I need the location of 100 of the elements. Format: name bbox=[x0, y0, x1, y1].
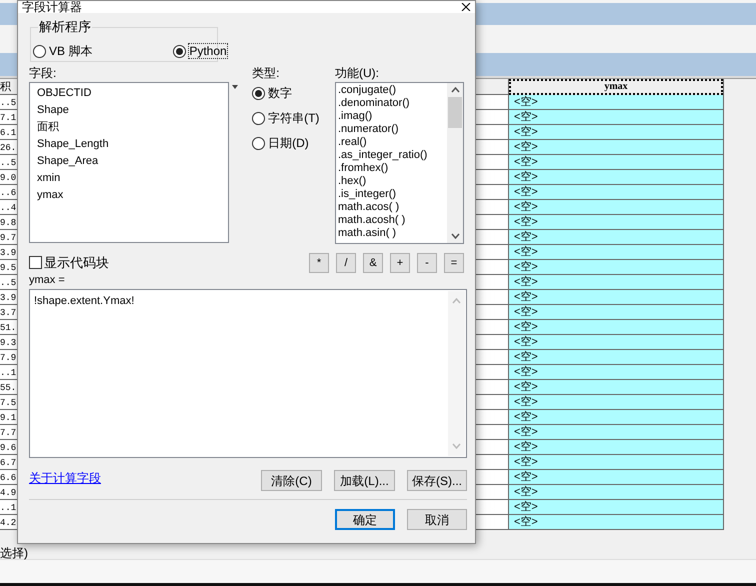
operator-button[interactable]: / bbox=[336, 253, 356, 273]
fields-list[interactable]: OBJECTID Shape 面积 Shape_Length Shape_Area xmin ymax bbox=[29, 82, 229, 243]
operator-button[interactable]: + bbox=[390, 253, 410, 273]
table-cell: <空> bbox=[509, 125, 723, 140]
table-cell: 4.9 bbox=[0, 488, 16, 498]
radio-label[interactable]: 数字 bbox=[268, 86, 292, 100]
table-cell: 9.7 bbox=[0, 233, 16, 243]
scrollbar[interactable] bbox=[447, 83, 463, 243]
radio-button[interactable] bbox=[33, 44, 46, 58]
column-header[interactable]: ymax bbox=[509, 79, 723, 95]
operator-button[interactable]: = bbox=[444, 253, 464, 273]
function-item[interactable]: .conjugate() bbox=[338, 84, 447, 97]
function-item[interactable]: math.acosh( ) bbox=[338, 214, 447, 227]
operator-button[interactable]: & bbox=[363, 253, 383, 273]
table-cell: 51. bbox=[0, 323, 16, 333]
checkbox-label[interactable]: 显示代码块 bbox=[44, 254, 109, 270]
fields-label: 字段: bbox=[29, 66, 58, 80]
function-item[interactable]: math.acos( ) bbox=[338, 201, 447, 214]
dropdown-icon[interactable] bbox=[232, 85, 238, 90]
radio-label[interactable]: VB 脚本 bbox=[49, 44, 92, 58]
table-cell: 4.2 bbox=[0, 518, 16, 528]
field-item[interactable]: xmin bbox=[37, 170, 228, 187]
radio-label[interactable]: Python bbox=[189, 44, 227, 58]
table-cell: <空> bbox=[509, 200, 723, 215]
table-cell: ..1 bbox=[0, 368, 16, 378]
radio-button[interactable] bbox=[252, 136, 266, 150]
field-item[interactable]: Shape_Area bbox=[37, 153, 228, 170]
field-item[interactable]: Shape_Length bbox=[37, 136, 228, 153]
help-link[interactable]: 关于计算字段 bbox=[29, 471, 101, 485]
table-cell: <空> bbox=[509, 395, 723, 410]
function-item[interactable]: .numerator() bbox=[338, 123, 447, 136]
field-item[interactable]: ymax bbox=[37, 187, 228, 204]
table-cell: <空> bbox=[509, 95, 723, 110]
radio-button[interactable] bbox=[173, 44, 186, 58]
table-cell: <空> bbox=[509, 350, 723, 365]
table-cell: ..5 bbox=[0, 98, 16, 108]
operator-button[interactable]: - bbox=[417, 253, 437, 273]
radio-button[interactable] bbox=[252, 112, 266, 124]
table-cell: 7.9 bbox=[0, 353, 16, 363]
table-cell: 55. bbox=[0, 383, 16, 393]
dialog-button[interactable]: 清除(C) bbox=[261, 470, 322, 491]
function-item[interactable]: .denominator() bbox=[338, 97, 447, 110]
status-text: 选择) bbox=[0, 546, 28, 560]
dialog-button[interactable]: 保存(S)... bbox=[407, 470, 467, 491]
scroll-up-icon[interactable] bbox=[450, 87, 460, 93]
radio-label[interactable]: 字符串(T) bbox=[268, 111, 320, 125]
group-label: 解析程序 bbox=[38, 19, 92, 34]
table-cell: 9.8 bbox=[0, 218, 16, 228]
table-cell: ..6 bbox=[0, 188, 16, 198]
table-cell: 9.6 bbox=[0, 443, 16, 453]
table-cell: <空> bbox=[509, 230, 723, 245]
function-item[interactable]: .fromhex() bbox=[338, 162, 447, 175]
expression-field[interactable]: !shape.extent.Ymax! bbox=[29, 289, 467, 458]
table-cell: <空> bbox=[509, 425, 723, 440]
function-item[interactable]: .as_integer_ratio() bbox=[338, 149, 447, 162]
scroll-down-icon[interactable] bbox=[450, 233, 460, 239]
close-icon[interactable] bbox=[461, 3, 471, 11]
column-header: 积 bbox=[0, 81, 11, 93]
checkbox[interactable] bbox=[29, 256, 42, 268]
field-item[interactable]: OBJECTID bbox=[37, 85, 228, 102]
table-cell: 6.1 bbox=[0, 128, 16, 138]
table-cell: 3.9 bbox=[0, 248, 16, 258]
radio-label[interactable]: 日期(D) bbox=[268, 136, 309, 150]
function-item[interactable]: math.asin( ) bbox=[338, 227, 447, 240]
function-item[interactable]: .imag() bbox=[338, 110, 447, 123]
functions-label: 功能(U): bbox=[335, 66, 380, 80]
function-item[interactable]: .real() bbox=[338, 136, 447, 149]
table-cell: <空> bbox=[509, 470, 723, 485]
scroll-thumb[interactable] bbox=[448, 97, 462, 128]
table-cell: ..5 bbox=[0, 278, 16, 288]
table-cell: <空> bbox=[509, 440, 723, 455]
table-cell: <空> bbox=[509, 110, 723, 125]
table-cell: <空> bbox=[509, 290, 723, 305]
table-cell: 7.5 bbox=[0, 398, 16, 408]
radio-button[interactable] bbox=[252, 86, 266, 100]
functions-list[interactable]: .conjugate() .denominator() .imag() .numerator() .real() .as_integer_ratio() .fromhex() .hex() .is_integer() math.acos( ) math.acosh( ) math.asin( ) bbox=[335, 82, 464, 244]
table-cell: 3.9 bbox=[0, 293, 16, 303]
table-cell: <空> bbox=[509, 260, 723, 275]
dialog-button[interactable]: 确定 bbox=[335, 509, 395, 530]
table-cell: <空> bbox=[509, 215, 723, 230]
dialog-button[interactable]: 取消 bbox=[407, 509, 467, 530]
type-label: 类型: bbox=[252, 66, 280, 80]
field-item[interactable]: 面积 bbox=[37, 119, 228, 136]
table-cell: <空> bbox=[509, 185, 723, 200]
table-cell: 9.1 bbox=[0, 413, 16, 423]
table-cell: <空> bbox=[509, 455, 723, 470]
function-item[interactable]: .is_integer() bbox=[338, 188, 447, 201]
table-cell: <空> bbox=[509, 515, 723, 530]
table-cell: 6.6 bbox=[0, 473, 16, 483]
operator-button[interactable]: * bbox=[309, 253, 329, 273]
table-cell: <空> bbox=[509, 245, 723, 260]
table-cell: ..1 bbox=[0, 503, 16, 513]
function-item[interactable]: .hex() bbox=[338, 175, 447, 188]
expression-label: ymax = bbox=[29, 274, 66, 287]
dialog-button[interactable]: 加载(L)... bbox=[334, 470, 395, 491]
field-item[interactable]: Shape bbox=[37, 102, 228, 119]
table-cell: <空> bbox=[509, 140, 723, 155]
table-cell: 7.7 bbox=[0, 428, 16, 438]
table-cell: <空> bbox=[509, 320, 723, 335]
table-cell: <空> bbox=[509, 155, 723, 170]
